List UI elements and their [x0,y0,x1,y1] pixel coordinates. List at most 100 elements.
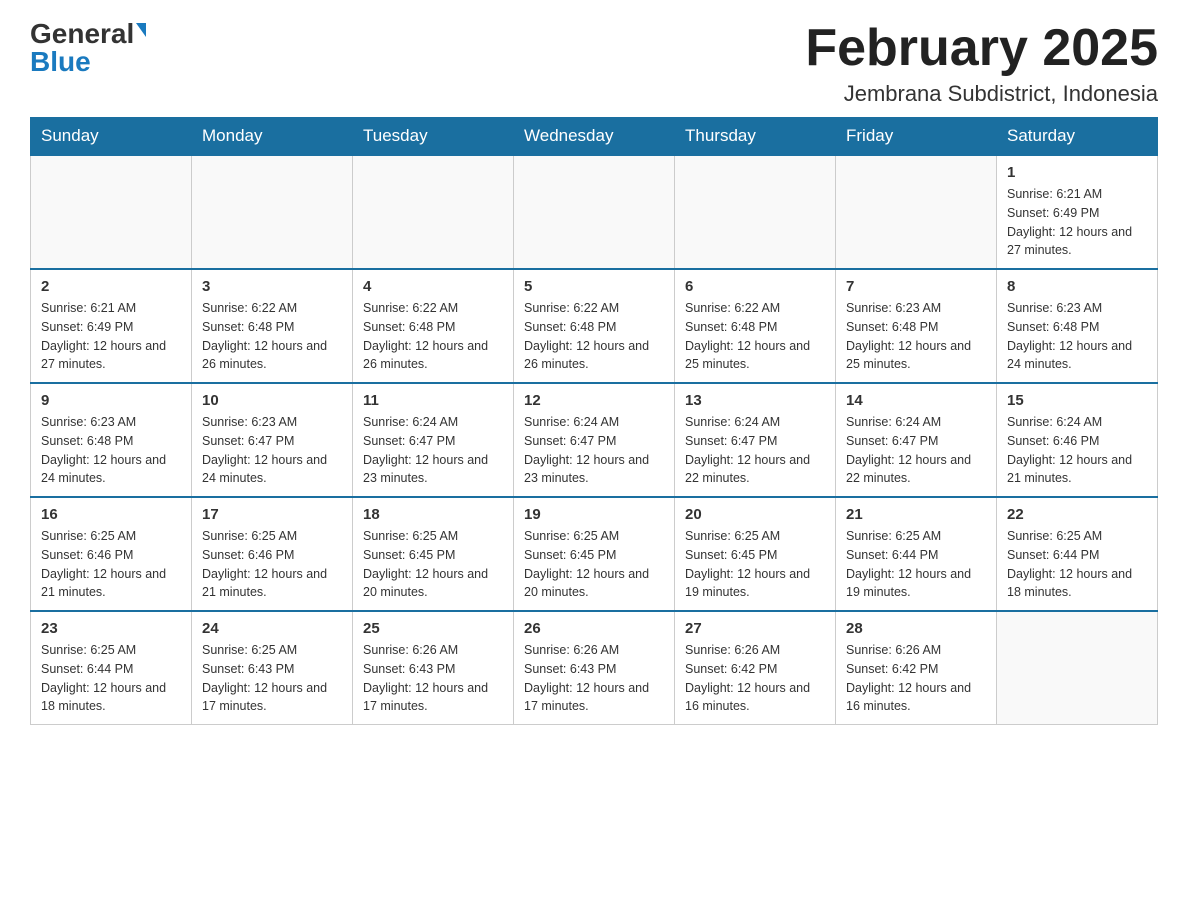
day-info: Sunrise: 6:24 AMSunset: 6:47 PMDaylight:… [846,413,986,488]
calendar-cell: 25 Sunrise: 6:26 AMSunset: 6:43 PMDayligh… [353,611,514,725]
weekday-header-monday: Monday [192,118,353,156]
calendar-cell: 28Sunrise: 6:26 AMSunset: 6:42 PMDayligh… [836,611,997,725]
calendar-cell: 22Sunrise: 6:25 AMSunset: 6:44 PMDayligh… [997,497,1158,611]
day-info: Sunrise: 6:23 AMSunset: 6:48 PMDaylight:… [41,413,181,488]
calendar-cell: 3Sunrise: 6:22 AMSunset: 6:48 PMDaylight… [192,269,353,383]
week-row-5: 23 Sunrise: 6:25 AMSunset: 6:44 PMDayligh… [31,611,1158,725]
calendar-cell: 13Sunrise: 6:24 AMSunset: 6:47 PMDayligh… [675,383,836,497]
day-info: Sunrise: 6:26 AMSunset: 6:43 PMDaylight:… [524,641,664,716]
calendar-cell: 4Sunrise: 6:22 AMSunset: 6:48 PMDaylight… [353,269,514,383]
day-number: 23 [41,620,181,637]
day-number: 25 [363,620,503,637]
calendar-cell: 16 Sunrise: 6:25 AMSunset: 6:46 PMDayligh… [31,497,192,611]
day-info: Sunrise: 6:25 AMSunset: 6:45 PMDaylight:… [524,527,664,602]
day-number: 10 [202,392,342,409]
day-number: 26 [524,620,664,637]
calendar-cell [675,155,836,269]
weekday-header-wednesday: Wednesday [514,118,675,156]
calendar-cell: 21Sunrise: 6:25 AMSunset: 6:44 PMDayligh… [836,497,997,611]
day-info: Sunrise: 6:26 AMSunset: 6:43 PMDaylight:… [363,641,503,716]
day-number: 27 [685,620,825,637]
calendar-cell: 5 Sunrise: 6:22 AMSunset: 6:48 PMDaylight… [514,269,675,383]
day-number: 3 [202,278,342,295]
day-info: Sunrise: 6:25 AMSunset: 6:44 PMDaylight:… [41,641,181,716]
day-number: 1 [1007,164,1147,181]
day-number: 24 [202,620,342,637]
day-number: 7 [846,278,986,295]
calendar-cell: 23 Sunrise: 6:25 AMSunset: 6:44 PMDayligh… [31,611,192,725]
calendar-cell: 9 Sunrise: 6:23 AMSunset: 6:48 PMDaylight… [31,383,192,497]
day-number: 21 [846,506,986,523]
day-info: Sunrise: 6:23 AMSunset: 6:47 PMDaylight:… [202,413,342,488]
day-number: 13 [685,392,825,409]
day-info: Sunrise: 6:26 AMSunset: 6:42 PMDaylight:… [846,641,986,716]
weekday-header-tuesday: Tuesday [353,118,514,156]
calendar-cell: 15 Sunrise: 6:24 AMSunset: 6:46 PMDayligh… [997,383,1158,497]
calendar-cell: 12 Sunrise: 6:24 AMSunset: 6:47 PMDayligh… [514,383,675,497]
calendar-cell: 1 Sunrise: 6:21 AMSunset: 6:49 PMDaylight… [997,155,1158,269]
day-number: 4 [363,278,503,295]
day-info: Sunrise: 6:23 AMSunset: 6:48 PMDaylight:… [846,299,986,374]
day-number: 8 [1007,278,1147,295]
calendar-cell [192,155,353,269]
day-number: 22 [1007,506,1147,523]
day-info: Sunrise: 6:22 AMSunset: 6:48 PMDaylight:… [524,299,664,374]
week-row-4: 16 Sunrise: 6:25 AMSunset: 6:46 PMDayligh… [31,497,1158,611]
calendar-title: February 2025 [805,20,1158,77]
day-number: 16 [41,506,181,523]
day-info: Sunrise: 6:21 AMSunset: 6:49 PMDaylight:… [1007,185,1147,260]
week-row-3: 9 Sunrise: 6:23 AMSunset: 6:48 PMDaylight… [31,383,1158,497]
calendar-cell [997,611,1158,725]
day-number: 9 [41,392,181,409]
day-number: 20 [685,506,825,523]
day-number: 11 [363,392,503,409]
calendar-cell: 27 Sunrise: 6:26 AMSunset: 6:42 PMDayligh… [675,611,836,725]
calendar-subtitle: Jembrana Subdistrict, Indonesia [805,81,1158,107]
calendar-cell: 20 Sunrise: 6:25 AMSunset: 6:45 PMDayligh… [675,497,836,611]
calendar-cell: 19 Sunrise: 6:25 AMSunset: 6:45 PMDayligh… [514,497,675,611]
day-number: 6 [685,278,825,295]
calendar-cell: 7 Sunrise: 6:23 AMSunset: 6:48 PMDaylight… [836,269,997,383]
day-number: 15 [1007,392,1147,409]
logo-general-text: General [30,20,134,48]
calendar-cell: 26 Sunrise: 6:26 AMSunset: 6:43 PMDayligh… [514,611,675,725]
day-info: Sunrise: 6:24 AMSunset: 6:47 PMDaylight:… [524,413,664,488]
day-info: Sunrise: 6:25 AMSunset: 6:43 PMDaylight:… [202,641,342,716]
day-info: Sunrise: 6:25 AMSunset: 6:46 PMDaylight:… [202,527,342,602]
day-info: Sunrise: 6:25 AMSunset: 6:45 PMDaylight:… [363,527,503,602]
title-area: February 2025 Jembrana Subdistrict, Indo… [805,20,1158,107]
day-number: 5 [524,278,664,295]
day-number: 18 [363,506,503,523]
week-row-1: 1 Sunrise: 6:21 AMSunset: 6:49 PMDaylight… [31,155,1158,269]
day-info: Sunrise: 6:22 AMSunset: 6:48 PMDaylight:… [685,299,825,374]
day-info: Sunrise: 6:24 AMSunset: 6:47 PMDaylight:… [363,413,503,488]
week-row-2: 2 Sunrise: 6:21 AMSunset: 6:49 PMDaylight… [31,269,1158,383]
calendar-cell [31,155,192,269]
weekday-header-sunday: Sunday [31,118,192,156]
day-info: Sunrise: 6:25 AMSunset: 6:46 PMDaylight:… [41,527,181,602]
day-number: 2 [41,278,181,295]
calendar-cell: 17 Sunrise: 6:25 AMSunset: 6:46 PMDayligh… [192,497,353,611]
calendar-cell: 8Sunrise: 6:23 AMSunset: 6:48 PMDaylight… [997,269,1158,383]
day-info: Sunrise: 6:21 AMSunset: 6:49 PMDaylight:… [41,299,181,374]
header: General Blue February 2025 Jembrana Subd… [30,20,1158,107]
calendar-table: SundayMondayTuesdayWednesdayThursdayFrid… [30,117,1158,725]
logo-arrow-icon [136,23,146,37]
day-number: 19 [524,506,664,523]
day-number: 12 [524,392,664,409]
calendar-cell: 18 Sunrise: 6:25 AMSunset: 6:45 PMDayligh… [353,497,514,611]
logo-blue-text: Blue [30,48,91,76]
day-info: Sunrise: 6:24 AMSunset: 6:46 PMDaylight:… [1007,413,1147,488]
day-info: Sunrise: 6:26 AMSunset: 6:42 PMDaylight:… [685,641,825,716]
calendar-cell: 6 Sunrise: 6:22 AMSunset: 6:48 PMDaylight… [675,269,836,383]
weekday-header-thursday: Thursday [675,118,836,156]
weekday-header-saturday: Saturday [997,118,1158,156]
calendar-cell: 14 Sunrise: 6:24 AMSunset: 6:47 PMDayligh… [836,383,997,497]
calendar-cell [514,155,675,269]
logo: General Blue [30,20,146,76]
day-number: 17 [202,506,342,523]
day-info: Sunrise: 6:25 AMSunset: 6:45 PMDaylight:… [685,527,825,602]
calendar-cell [836,155,997,269]
day-number: 14 [846,392,986,409]
calendar-cell: 2 Sunrise: 6:21 AMSunset: 6:49 PMDaylight… [31,269,192,383]
